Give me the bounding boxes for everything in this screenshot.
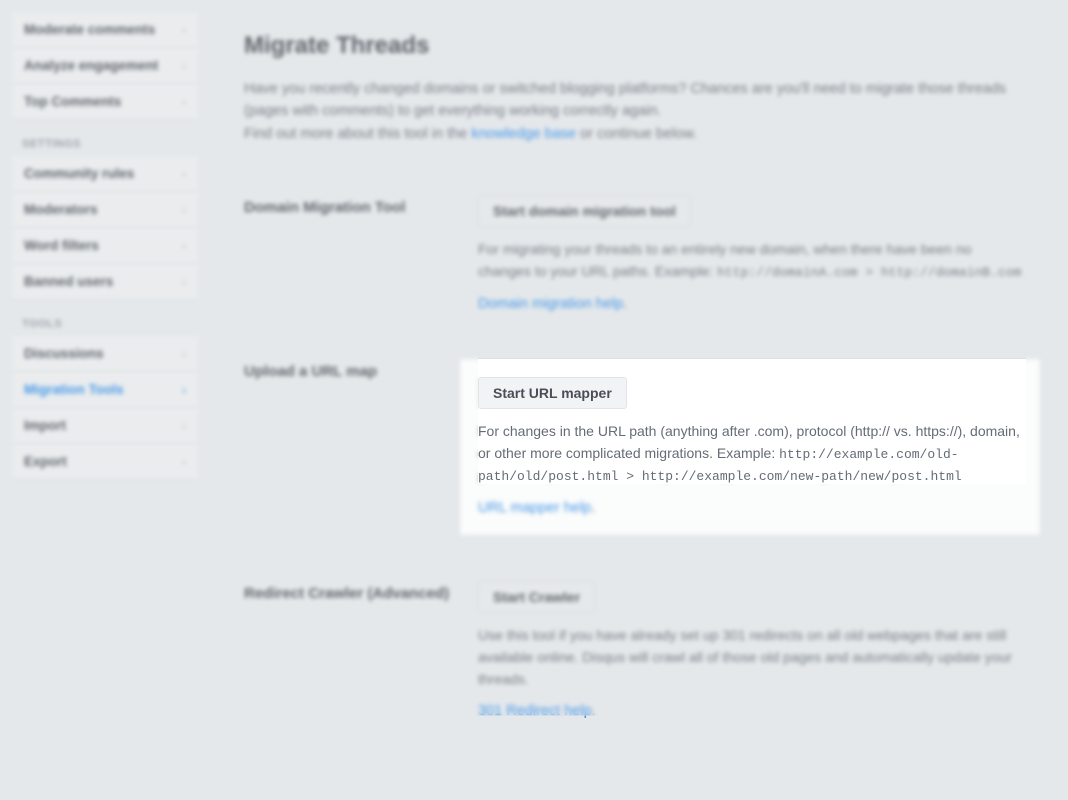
knowledge-base-link[interactable]: knowledge base <box>471 126 576 142</box>
redirect-crawler-help-link[interactable]: 301 Redirect help <box>478 703 592 719</box>
sidebar: Moderate comments › Analyze engagement ›… <box>12 12 198 788</box>
sidebar-item-label: Banned users <box>24 274 113 289</box>
start-crawler-button[interactable]: Start Crawler <box>478 581 595 613</box>
nav-header-settings: SETTINGS <box>12 130 198 156</box>
section-heading: Redirect Crawler (Advanced) <box>244 581 478 720</box>
sidebar-item-label: Discussions <box>24 346 104 361</box>
sidebar-item-top-comments[interactable]: Top Comments › <box>12 84 198 120</box>
help-suffix: . <box>591 499 595 516</box>
chevron-right-icon: › <box>182 455 186 469</box>
intro-line2a: Find out more about this tool in the <box>244 126 471 142</box>
url-mapper-help-link[interactable]: URL mapper help <box>478 500 591 516</box>
sidebar-item-label: Analyze engagement <box>24 58 158 73</box>
sidebar-item-banned-users[interactable]: Banned users › <box>12 264 198 300</box>
sidebar-item-migration-tools[interactable]: Migration Tools › <box>12 372 198 408</box>
sidebar-item-discussions[interactable]: Discussions › <box>12 336 198 372</box>
example-code: http://domainA.com > http://domainB.com <box>717 265 1021 280</box>
main-content: Migrate Threads Have you recently change… <box>210 12 1056 788</box>
section-description: For changes in the URL path (anything af… <box>478 421 1022 487</box>
sidebar-item-label: Migration Tools <box>24 382 124 397</box>
intro-line2b: or continue below. <box>576 126 697 142</box>
section-description: Use this tool if you have already set up… <box>478 625 1022 690</box>
start-url-mapper-button[interactable]: Start URL mapper <box>478 377 627 409</box>
chevron-right-icon: › <box>182 167 186 181</box>
section-redirect-crawler: Redirect Crawler (Advanced) Start Crawle… <box>244 563 1022 738</box>
sidebar-item-moderators[interactable]: Moderators › <box>12 192 198 228</box>
section-body-highlight: Start URL mapper For changes in the URL … <box>460 359 1040 535</box>
sidebar-item-label: Export <box>24 454 67 469</box>
sidebar-item-moderate-comments[interactable]: Moderate comments › <box>12 12 198 48</box>
intro-line1: Have you recently changed domains or swi… <box>244 81 1006 119</box>
sidebar-item-label: Moderators <box>24 202 98 217</box>
chevron-right-icon: › <box>182 95 186 109</box>
section-domain-migration: Domain Migration Tool Start domain migra… <box>244 177 1022 331</box>
sidebar-item-label: Moderate comments <box>24 22 155 37</box>
chevron-right-icon: › <box>182 23 186 37</box>
chevron-right-icon: › <box>182 59 186 73</box>
sidebar-item-word-filters[interactable]: Word filters › <box>12 228 198 264</box>
section-heading: Upload a URL map <box>244 359 478 535</box>
chevron-right-icon: › <box>182 239 186 253</box>
chevron-right-icon: › <box>182 275 186 289</box>
section-body: Start domain migration tool For migratin… <box>478 195 1022 313</box>
section-heading: Domain Migration Tool <box>244 195 478 313</box>
sidebar-item-export[interactable]: Export › <box>12 444 198 480</box>
sidebar-item-import[interactable]: Import › <box>12 408 198 444</box>
chevron-right-icon: › <box>182 419 186 433</box>
help-suffix: . <box>592 703 596 719</box>
intro-text: Have you recently changed domains or swi… <box>244 78 1022 145</box>
chevron-right-icon: › <box>182 347 186 361</box>
sidebar-item-label: Word filters <box>24 238 99 253</box>
nav-group-tools: TOOLS Discussions › Migration Tools › Im… <box>12 310 198 480</box>
sidebar-item-label: Community rules <box>24 166 134 181</box>
sidebar-item-label: Import <box>24 418 66 433</box>
section-description: For migrating your threads to an entirel… <box>478 239 1022 283</box>
chevron-right-icon: › <box>182 203 186 217</box>
start-domain-migration-button[interactable]: Start domain migration tool <box>478 195 691 227</box>
sidebar-item-analyze-engagement[interactable]: Analyze engagement › <box>12 48 198 84</box>
chevron-right-icon: › <box>182 383 186 397</box>
help-suffix: . <box>623 296 627 312</box>
sidebar-item-community-rules[interactable]: Community rules › <box>12 156 198 192</box>
domain-migration-help-link[interactable]: Domain migration help <box>478 296 623 312</box>
nav-group-settings: SETTINGS Community rules › Moderators › … <box>12 130 198 300</box>
nav-header-tools: TOOLS <box>12 310 198 336</box>
page-title: Migrate Threads <box>244 32 1022 60</box>
section-url-map: Upload a URL map Start URL mapper For ch… <box>244 341 1022 553</box>
sidebar-item-label: Top Comments <box>24 94 121 109</box>
section-body: Start Crawler Use this tool if you have … <box>478 581 1022 720</box>
nav-group-moderation: Moderate comments › Analyze engagement ›… <box>12 12 198 120</box>
